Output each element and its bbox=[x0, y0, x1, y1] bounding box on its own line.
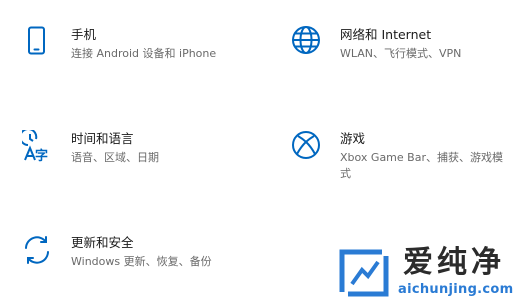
tile-text: 时间和语言 语音、区域、日期 bbox=[71, 130, 159, 166]
settings-tile-phone[interactable]: 手机 连接 Android 设备和 iPhone bbox=[22, 26, 252, 66]
settings-tile-time-language[interactable]: 字 时间和语言 语音、区域、日期 bbox=[19, 128, 252, 170]
svg-text:字: 字 bbox=[35, 148, 48, 164]
phone-icon bbox=[22, 26, 58, 62]
tile-description: WLAN、飞行模式、VPN bbox=[340, 47, 462, 60]
watermark-url: aichunjing.com bbox=[398, 282, 514, 297]
tile-text: 手机 连接 Android 设备和 iPhone bbox=[71, 26, 216, 62]
settings-tile-gaming[interactable]: 游戏 Xbox Game Bar、捕获、游戏模式 bbox=[291, 130, 521, 186]
watermark-logo-icon bbox=[338, 248, 390, 298]
settings-page: 手机 连接 Android 设备和 iPhone 网络和 Internet WL… bbox=[0, 0, 528, 303]
tile-title: 时间和语言 bbox=[71, 131, 134, 146]
watermark: 爱纯净 aichunjing.com bbox=[330, 244, 528, 303]
tile-text: 网络和 Internet WLAN、飞行模式、VPN bbox=[340, 26, 461, 62]
tile-title: 更新和安全 bbox=[71, 235, 134, 250]
sync-arrows-icon bbox=[22, 234, 58, 270]
xbox-icon bbox=[291, 130, 327, 166]
tile-description: 连接 Android 设备和 iPhone bbox=[71, 47, 217, 60]
tile-title: 网络和 Internet bbox=[340, 27, 432, 42]
time-language-icon: 字 bbox=[19, 128, 58, 166]
tile-description: 语音、区域、日期 bbox=[71, 151, 159, 164]
tile-title: 手机 bbox=[71, 27, 97, 42]
tile-description: Xbox Game Bar、捕获、游戏模式 bbox=[340, 151, 503, 180]
tile-text: 游戏 Xbox Game Bar、捕获、游戏模式 bbox=[340, 130, 510, 182]
settings-tile-network[interactable]: 网络和 Internet WLAN、飞行模式、VPN bbox=[291, 26, 521, 66]
tile-title: 游戏 bbox=[340, 131, 366, 146]
settings-tile-update-security[interactable]: 更新和安全 Windows 更新、恢复、备份 bbox=[22, 234, 252, 274]
globe-icon bbox=[291, 26, 327, 62]
tile-description: Windows 更新、恢复、备份 bbox=[71, 255, 212, 268]
tile-text: 更新和安全 Windows 更新、恢复、备份 bbox=[71, 234, 212, 270]
watermark-title: 爱纯净 bbox=[403, 245, 505, 280]
